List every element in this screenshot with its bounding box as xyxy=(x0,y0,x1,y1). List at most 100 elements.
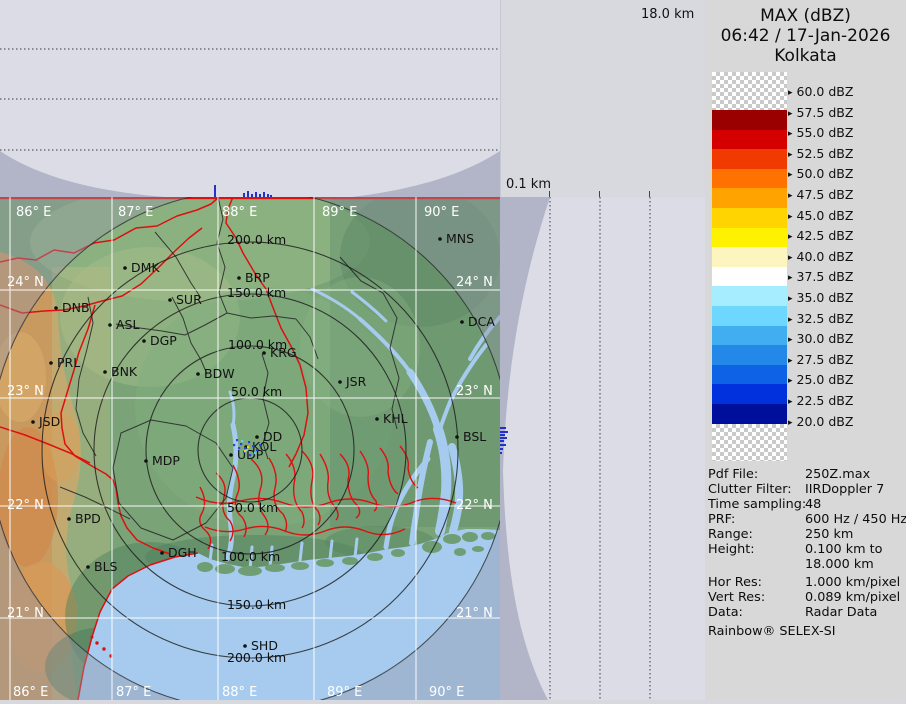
echo-spike xyxy=(500,440,504,442)
lon-label: 86° E xyxy=(13,685,48,700)
info-value: 48 xyxy=(805,497,821,512)
echo-spike xyxy=(500,448,503,450)
product-datetime: 06:42 / 17-Jan-2026 xyxy=(705,26,906,46)
echo-pixel xyxy=(246,449,248,451)
tick-arrow-icon: ▸ xyxy=(788,294,793,304)
info-label: Pdf File: xyxy=(708,467,805,482)
lon-label: 87° E xyxy=(116,685,151,700)
station-label: MNS xyxy=(446,231,474,246)
colorbar-overflow-top xyxy=(712,72,787,110)
tick-value: 47.5 dBZ xyxy=(797,187,854,202)
station-dot xyxy=(237,276,241,280)
ring-label: 50.0 km xyxy=(227,500,278,515)
echo-pixel xyxy=(256,449,258,451)
tick-value: 37.5 dBZ xyxy=(797,269,854,284)
station-dot xyxy=(229,453,233,457)
colorbar-band xyxy=(712,188,787,208)
colorbar-tick: ▸ 47.5 dBZ xyxy=(788,187,853,202)
lat-label: 23° N xyxy=(7,384,44,399)
colorbar-tick: ▸40.0 dBZ xyxy=(788,249,853,264)
top-cross-section-panel xyxy=(0,0,500,197)
colorbar-tick: ▸27.5 dBZ xyxy=(788,352,853,367)
colorbar-tick: ▸30.0 dBZ xyxy=(788,331,853,346)
colorbar-tick: ▸20.0 dBZ xyxy=(788,414,853,429)
colorbar-band xyxy=(712,228,787,248)
info-label: PRF: xyxy=(708,512,805,527)
station-dot xyxy=(142,339,146,343)
software-brand: Rainbow® SELEX-SI xyxy=(708,624,835,639)
lat-label: 24° N xyxy=(7,275,44,290)
station-label: MDP xyxy=(152,453,180,468)
station-dot xyxy=(67,517,71,521)
tick-arrow-icon: ▸ xyxy=(788,170,793,180)
station-dot xyxy=(160,551,164,555)
station-label: SHD xyxy=(251,638,278,653)
tick-value: 60.0 dBZ xyxy=(797,84,854,99)
station-label: PRL xyxy=(57,355,80,370)
colorbar xyxy=(712,72,787,461)
lat-label: 21° N xyxy=(7,606,44,621)
info-value: 600 Hz / 450 Hz xyxy=(805,512,906,527)
tick-arrow-icon: ▸ xyxy=(788,191,793,201)
station-dot xyxy=(438,237,442,241)
tick-arrow-icon: ▸ xyxy=(788,356,793,366)
tick-arrow-icon: ▸ xyxy=(788,88,793,98)
info-value: IIRDoppler 7 xyxy=(805,482,884,497)
lat-label: 22° N xyxy=(7,498,44,513)
station-dot xyxy=(86,565,90,569)
colorbar-band xyxy=(712,247,787,267)
colorbar-tick: ▸37.5 dBZ xyxy=(788,269,853,284)
station-dot xyxy=(108,323,112,327)
echo-pixel xyxy=(259,444,261,446)
colorbar-tick: ▸ 50.0 dBZ xyxy=(788,166,853,181)
info-row: Hor Res:1.000 km/pixel xyxy=(708,575,906,590)
tick-value: 35.0 dBZ xyxy=(797,290,854,305)
colorbar-band xyxy=(712,169,787,189)
tick-value: 52.5 dBZ xyxy=(797,146,854,161)
station-label: BPD xyxy=(75,511,101,526)
tick-value: 57.5 dBZ xyxy=(797,105,854,120)
station-label: SUR xyxy=(176,292,202,307)
product-title: MAX (dBZ) xyxy=(705,6,906,26)
station-label: BRP xyxy=(245,270,270,285)
echo-pixel xyxy=(238,447,240,449)
info-row: Pdf File:250Z.max xyxy=(708,467,906,482)
tick-arrow-icon: ▸ xyxy=(788,418,793,428)
height-axis-min-label: 0.1 km xyxy=(506,177,551,192)
tick-value: 30.0 dBZ xyxy=(797,331,854,346)
colorbar-band xyxy=(712,110,787,130)
echo-spike xyxy=(500,434,505,436)
colorbar-bands xyxy=(712,110,787,424)
lon-label: 88° E xyxy=(222,685,257,700)
echo-spike xyxy=(500,452,502,454)
ring-label: 100.0 km xyxy=(221,549,280,564)
colorbar-tick: ▸32.5 dBZ xyxy=(788,311,853,326)
echo-pixel xyxy=(254,452,256,454)
ring-label: 150.0 km xyxy=(227,597,286,612)
radar-site-name: Kolkata xyxy=(705,46,906,66)
panel-background xyxy=(500,197,705,700)
colorbar-band xyxy=(712,384,787,404)
colorbar-tick: ▸45.0 dBZ xyxy=(788,208,853,223)
lon-label: 87° E xyxy=(118,205,153,220)
station-label: DNB xyxy=(62,300,90,315)
echo-pixel xyxy=(247,446,249,448)
tick-value: 32.5 dBZ xyxy=(797,311,854,326)
info-row: Vert Res:0.089 km/pixel xyxy=(708,590,906,605)
tick-value: 50.0 dBZ xyxy=(797,166,854,181)
lon-label: 89° E xyxy=(327,685,362,700)
colorbar-band xyxy=(712,267,787,287)
colorbar-band xyxy=(712,306,787,326)
echo-pixel xyxy=(240,443,242,445)
station-dot xyxy=(49,361,53,365)
tick-value: 40.0 dBZ xyxy=(797,249,854,264)
info-row: PRF:600 Hz / 450 Hz xyxy=(708,512,906,527)
map-canvas: 86° E 87° E 88° E 89° E 90° E 86° E 87° … xyxy=(0,197,500,700)
station-dot xyxy=(338,380,342,384)
colorbar-tick: ▸ 60.0 dBZ xyxy=(788,84,853,99)
colorbar-band xyxy=(712,326,787,346)
tick-arrow-icon: ▸ xyxy=(788,397,793,407)
panel-separator xyxy=(500,0,501,197)
echo-spike xyxy=(500,444,506,446)
station-label: BLS xyxy=(94,559,118,574)
